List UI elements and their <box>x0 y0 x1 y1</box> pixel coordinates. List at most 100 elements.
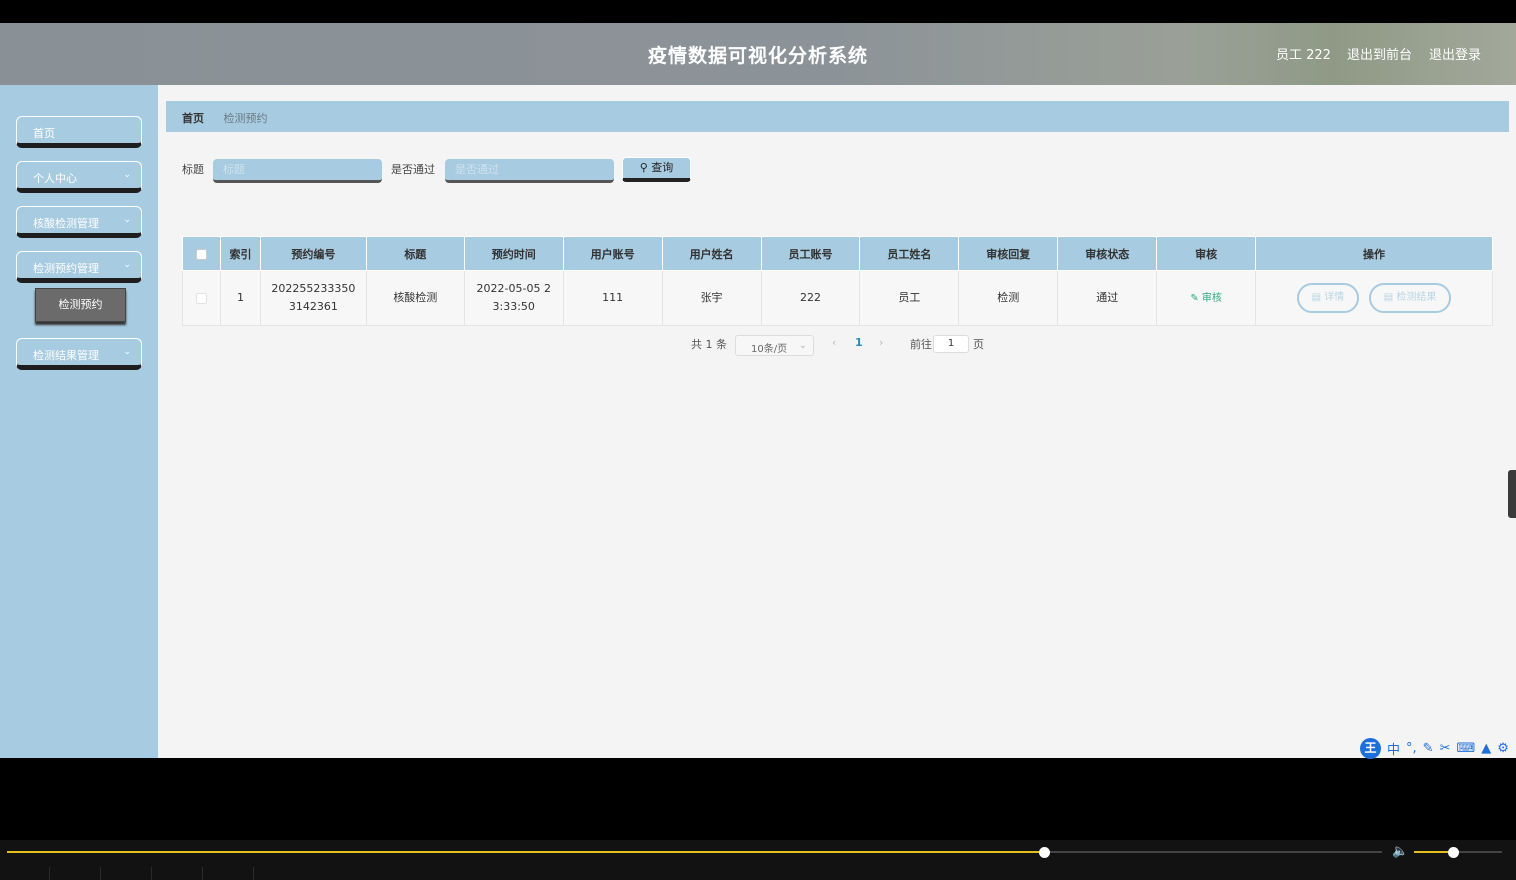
video-player-bar: 🔈 <box>0 840 1516 880</box>
pagination-total: 共 1 条 <box>691 338 727 351</box>
row-checkbox[interactable] <box>195 292 207 304</box>
sidebar-item-result-management[interactable]: 检测结果管理 ⌄ <box>16 338 142 370</box>
breadcrumb: 首页 检测预约 <box>166 101 1509 132</box>
search-icon: ⚲ <box>639 161 648 174</box>
goto-suffix: 页 <box>973 338 984 351</box>
top-black-bar <box>0 0 1516 23</box>
ime-toolbar: 王 中 °, ✎ ✂ ⌨ ▲ ⚙ <box>1360 737 1509 759</box>
column-header: 用户姓名 <box>661 236 762 271</box>
query-button[interactable]: ⚲ 查询 <box>622 157 691 182</box>
column-header: 标题 <box>365 236 465 271</box>
page-size-value: 10条/页 <box>751 344 788 355</box>
chevron-down-icon: ⌄ <box>798 340 807 351</box>
column-header: 预约编号 <box>259 236 367 271</box>
page-size-select[interactable]: 10条/页 ⌄ <box>735 335 814 356</box>
scissors-icon[interactable]: ✂ <box>1440 741 1451 756</box>
back-to-front-link[interactable]: 退出到前台 <box>1347 44 1412 63</box>
goto-prefix: 前往 <box>910 338 932 351</box>
prev-page-button[interactable]: ‹ <box>832 336 836 349</box>
select-all-checkbox[interactable] <box>195 248 207 260</box>
progress-knob[interactable] <box>1038 847 1050 858</box>
progress-fill <box>7 851 1044 853</box>
player-divider <box>151 867 152 880</box>
title-filter-label: 标题 <box>182 163 204 176</box>
document-icon: ▤ <box>1311 292 1322 303</box>
passed-filter-input[interactable] <box>445 159 614 183</box>
column-header: 操作 <box>1255 236 1493 271</box>
app-body: 首页 个人中心 ⌄ 核酸检测管理 ⌄ 检测预约管理 ⌄ 检测预约 检测结果管理 … <box>0 85 1516 759</box>
breadcrumb-home[interactable]: 首页 <box>182 112 204 125</box>
keyboard-icon[interactable]: ⌨ <box>1456 741 1475 756</box>
page-number-current[interactable]: 1 <box>855 336 863 349</box>
settings-icon[interactable]: ⚙ <box>1497 741 1509 756</box>
audit-button-label: 审核 <box>1201 292 1222 304</box>
audit-button[interactable]: ✎ 审核 <box>1190 293 1222 304</box>
cell-operations: ▤ 详情 ▤ 检测结果 <box>1255 270 1493 326</box>
detail-button[interactable]: ▤ 详情 <box>1296 283 1360 313</box>
detail-button-label: 详情 <box>1324 292 1345 303</box>
ime-logo-icon[interactable]: 王 <box>1360 737 1381 759</box>
cell-audit-reply: 检测 <box>958 270 1059 326</box>
column-header: 用户账号 <box>562 236 663 271</box>
current-user-label: 员工 222 <box>1276 48 1331 63</box>
sidebar-item-label: 检测预约管理 <box>33 262 99 275</box>
player-divider <box>100 867 101 880</box>
sidebar-item-nucleic-test-management[interactable]: 核酸检测管理 ⌄ <box>16 206 142 238</box>
player-divider <box>253 867 254 880</box>
sidebar: 首页 个人中心 ⌄ 核酸检测管理 ⌄ 检测预约管理 ⌄ 检测预约 检测结果管理 … <box>0 85 158 758</box>
volume-icon[interactable]: 🔈 <box>1392 844 1408 859</box>
punctuation-icon[interactable]: °, <box>1406 741 1417 756</box>
cell-title: 核酸检测 <box>365 270 465 326</box>
skin-icon[interactable]: ▲ <box>1481 741 1491 756</box>
test-result-button[interactable]: ▤ 检测结果 <box>1368 283 1452 313</box>
cell-staff-name: 员工 <box>859 270 960 326</box>
sidebar-item-label: 核酸检测管理 <box>33 217 99 230</box>
appointment-table: 索引 预约编号 标题 预约时间 用户账号 用户姓名 员工账号 员工姓名 审核回复… <box>182 236 1493 326</box>
ime-mode[interactable]: 中 <box>1387 739 1400 758</box>
chevron-down-icon: ⌄ <box>123 347 131 357</box>
cell-audit: ✎ 审核 <box>1156 270 1257 326</box>
table-row: 1 2022552333503142361 核酸检测 2022-05-05 23… <box>182 270 1493 326</box>
cell-audit-status: 通过 <box>1057 270 1158 326</box>
app-header: 疫情数据可视化分析系统 员工 222 退出到前台 退出登录 <box>0 23 1516 85</box>
sidebar-item-appointment-management[interactable]: 检测预约管理 ⌄ <box>16 251 142 283</box>
progress-track[interactable] <box>7 847 1382 858</box>
player-divider <box>202 867 203 880</box>
column-header: 索引 <box>219 236 261 271</box>
title-filter-input[interactable] <box>213 159 382 183</box>
row-select-cell[interactable] <box>182 270 221 326</box>
edit-icon: ✎ <box>1190 292 1199 304</box>
passed-filter-label: 是否通过 <box>391 163 435 176</box>
column-header: 审核状态 <box>1057 236 1158 271</box>
document-icon: ▤ <box>1383 292 1394 303</box>
next-page-button[interactable]: › <box>879 336 883 349</box>
volume-track[interactable] <box>1414 847 1502 858</box>
column-header: 员工账号 <box>760 236 861 271</box>
sidebar-item-label: 首页 <box>33 127 55 140</box>
cell-appointment-time: 2022-05-05 23:33:50 <box>463 270 564 326</box>
cell-user-account: 111 <box>562 270 663 326</box>
sidebar-item-home[interactable]: 首页 <box>16 116 142 148</box>
select-all-header[interactable] <box>182 236 221 271</box>
column-header: 审核 <box>1156 236 1257 271</box>
volume-fill <box>1414 851 1453 853</box>
cell-staff-account: 222 <box>760 270 861 326</box>
query-button-label: 查询 <box>651 161 674 174</box>
logout-link[interactable]: 退出登录 <box>1429 44 1481 63</box>
cell-appointment-no: 2022552333503142361 <box>259 270 367 326</box>
player-divider <box>49 867 50 880</box>
sidebar-item-label: 个人中心 <box>33 172 77 185</box>
volume-knob[interactable] <box>1447 847 1459 858</box>
cell-user-name: 张宇 <box>661 270 762 326</box>
pen-icon[interactable]: ✎ <box>1423 741 1434 756</box>
chevron-down-icon: ⌄ <box>123 260 131 270</box>
sidebar-item-personal-center[interactable]: 个人中心 ⌄ <box>16 161 142 193</box>
sidebar-subitem-appointment[interactable]: 检测预约 <box>35 288 126 322</box>
side-scroll-handle[interactable] <box>1508 470 1516 518</box>
chevron-down-icon: ⌄ <box>123 215 131 225</box>
breadcrumb-current: 检测预约 <box>223 112 268 125</box>
table-header-row: 索引 预约编号 标题 预约时间 用户账号 用户姓名 员工账号 员工姓名 审核回复… <box>182 236 1493 271</box>
sidebar-item-label: 检测结果管理 <box>33 349 99 362</box>
test-result-button-label: 检测结果 <box>1396 292 1437 303</box>
goto-page-input[interactable]: 1 <box>933 335 969 353</box>
